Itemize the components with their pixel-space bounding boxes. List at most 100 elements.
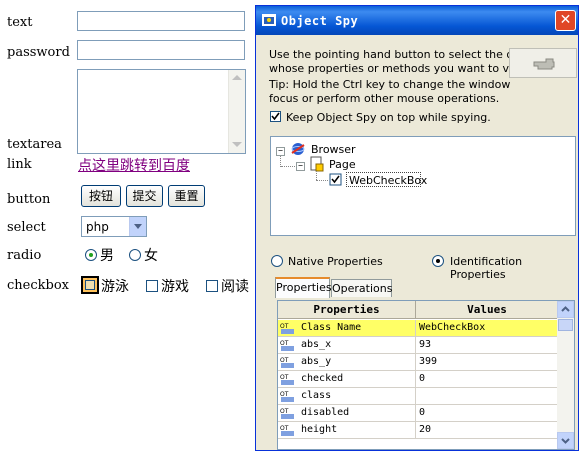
property-value: 0	[419, 407, 426, 418]
column-divider	[415, 371, 416, 388]
native-properties-label: Native Properties	[288, 255, 383, 268]
tab-operations[interactable]: Operations	[331, 279, 392, 297]
scroll-down-icon[interactable]	[232, 142, 242, 147]
tree-item-page[interactable]: Page	[329, 158, 356, 171]
tip-line-1: Tip: Hold the Ctrl key to change the win…	[269, 78, 511, 91]
tree-connector	[316, 171, 318, 180]
table-row[interactable]: OT class	[278, 388, 558, 405]
object-hierarchy-tree[interactable]: − Browser − Page WebCheckBox	[270, 136, 576, 236]
grid-header-properties[interactable]: Properties	[278, 301, 416, 319]
text-label: text	[7, 15, 33, 30]
scroll-up-icon[interactable]	[232, 75, 242, 80]
property-name: abs_x	[301, 339, 332, 350]
svg-text:OT: OT	[280, 391, 289, 398]
keep-on-top-checkbox[interactable]	[270, 111, 281, 122]
grid-header-values[interactable]: Values	[416, 301, 558, 319]
scroll-up-button[interactable]	[557, 301, 574, 318]
checkbox-swim-label: 游泳	[101, 279, 129, 295]
grid-scrollbar[interactable]	[557, 301, 574, 449]
identification-properties-radio[interactable]	[432, 255, 444, 267]
table-row[interactable]: OT disabled 0	[278, 405, 558, 422]
collapse-icon[interactable]: −	[296, 162, 305, 171]
tip-line-2: focus or perform other mouse operations.	[269, 92, 500, 105]
checkbox-read[interactable]	[206, 280, 218, 292]
scroll-down-button[interactable]	[557, 432, 574, 449]
plain-button[interactable]: 按钮	[81, 185, 121, 207]
object-spy-icon	[262, 14, 276, 26]
property-name: checked	[301, 373, 344, 384]
textarea-scrollbar[interactable]	[228, 70, 245, 153]
svg-text:OT: OT	[280, 408, 289, 415]
object-spy-window: Object Spy ✕ Use the pointing hand butto…	[255, 5, 579, 451]
tree-connector	[281, 166, 295, 168]
submit-button[interactable]: 提交	[126, 185, 163, 207]
native-properties-radio[interactable]	[271, 255, 283, 267]
language-select[interactable]: php	[81, 216, 147, 237]
property-value: 20	[419, 424, 432, 435]
column-divider	[415, 405, 416, 422]
radio-male[interactable]	[85, 249, 97, 261]
select-label: select	[7, 220, 46, 235]
column-divider	[415, 388, 416, 405]
title-bar[interactable]: Object Spy ✕	[256, 6, 578, 35]
checkbox-object-icon	[329, 173, 342, 186]
tree-item-webcheckbox[interactable]: WebCheckBox	[346, 172, 427, 187]
svg-text:OT: OT	[280, 357, 289, 364]
password-input[interactable]	[77, 40, 245, 60]
property-icon: OT	[280, 408, 294, 419]
chevron-down-icon	[561, 438, 570, 444]
property-icon: OT	[280, 340, 294, 351]
select-dropdown-button[interactable]	[129, 217, 146, 236]
property-name: Class Name	[301, 322, 362, 333]
identification-properties-label: Identification Properties	[450, 255, 523, 281]
window-title: Object Spy	[281, 14, 359, 28]
chevron-up-icon	[561, 306, 570, 312]
column-divider	[415, 337, 416, 354]
collapse-icon[interactable]: −	[276, 147, 285, 156]
page-icon	[310, 156, 324, 172]
text-input[interactable]	[77, 11, 245, 31]
table-row[interactable]: OT abs_y 399	[278, 354, 558, 371]
checkbox-label: checkbox	[7, 278, 69, 293]
table-row[interactable]: OT Class Name WebCheckBox	[278, 320, 558, 337]
property-value: WebCheckBox	[419, 322, 486, 333]
radio-selected-dot	[436, 259, 440, 263]
scroll-thumb[interactable]	[558, 319, 573, 331]
svg-text:OT: OT	[280, 374, 289, 381]
table-row[interactable]: OT abs_x 93	[278, 337, 558, 354]
close-button[interactable]: ✕	[555, 10, 576, 31]
checkbox-swim[interactable]	[85, 280, 95, 290]
baidu-link[interactable]: 点这里跳转到百度	[78, 155, 190, 175]
tab-properties[interactable]: Properties	[275, 277, 332, 298]
property-icon: OT	[280, 374, 294, 385]
button-label: button	[7, 192, 51, 207]
property-icon: OT	[280, 391, 294, 402]
checkbox-game-label: 游戏	[161, 279, 189, 295]
tree-item-webcheckbox-label: WebCheckBox	[349, 174, 428, 187]
chevron-down-icon	[134, 224, 142, 229]
pointing-hand-button[interactable]	[509, 48, 577, 78]
table-row[interactable]: OT checked 0	[278, 371, 558, 388]
pointing-hand-icon	[533, 58, 555, 70]
column-divider	[415, 422, 416, 439]
tree-connector	[316, 180, 328, 182]
tree-item-browser[interactable]: Browser	[311, 143, 356, 156]
radio-female[interactable]	[129, 249, 141, 261]
table-row[interactable]: OT height 20	[278, 422, 558, 439]
radio-male-label: 男	[100, 248, 114, 264]
property-name: disabled	[301, 407, 350, 418]
svg-text:OT: OT	[280, 425, 289, 432]
browser-globe-icon	[291, 143, 305, 155]
property-icon: OT	[280, 425, 294, 436]
textarea-input[interactable]	[77, 69, 246, 154]
property-name: abs_y	[301, 356, 332, 367]
instructions-line-2: whose properties or methods you want to …	[269, 62, 531, 75]
properties-grid[interactable]: Properties Values OT Class Name WebCheck…	[277, 300, 575, 450]
checkbox-game[interactable]	[146, 280, 158, 292]
column-divider	[415, 320, 416, 337]
reset-button[interactable]: 重置	[168, 185, 205, 207]
property-value: 0	[419, 373, 426, 384]
instructions-line-1: Use the pointing hand button to select t…	[269, 48, 541, 61]
select-value: php	[86, 220, 109, 234]
checkbox-swim-highlight[interactable]	[81, 276, 99, 294]
